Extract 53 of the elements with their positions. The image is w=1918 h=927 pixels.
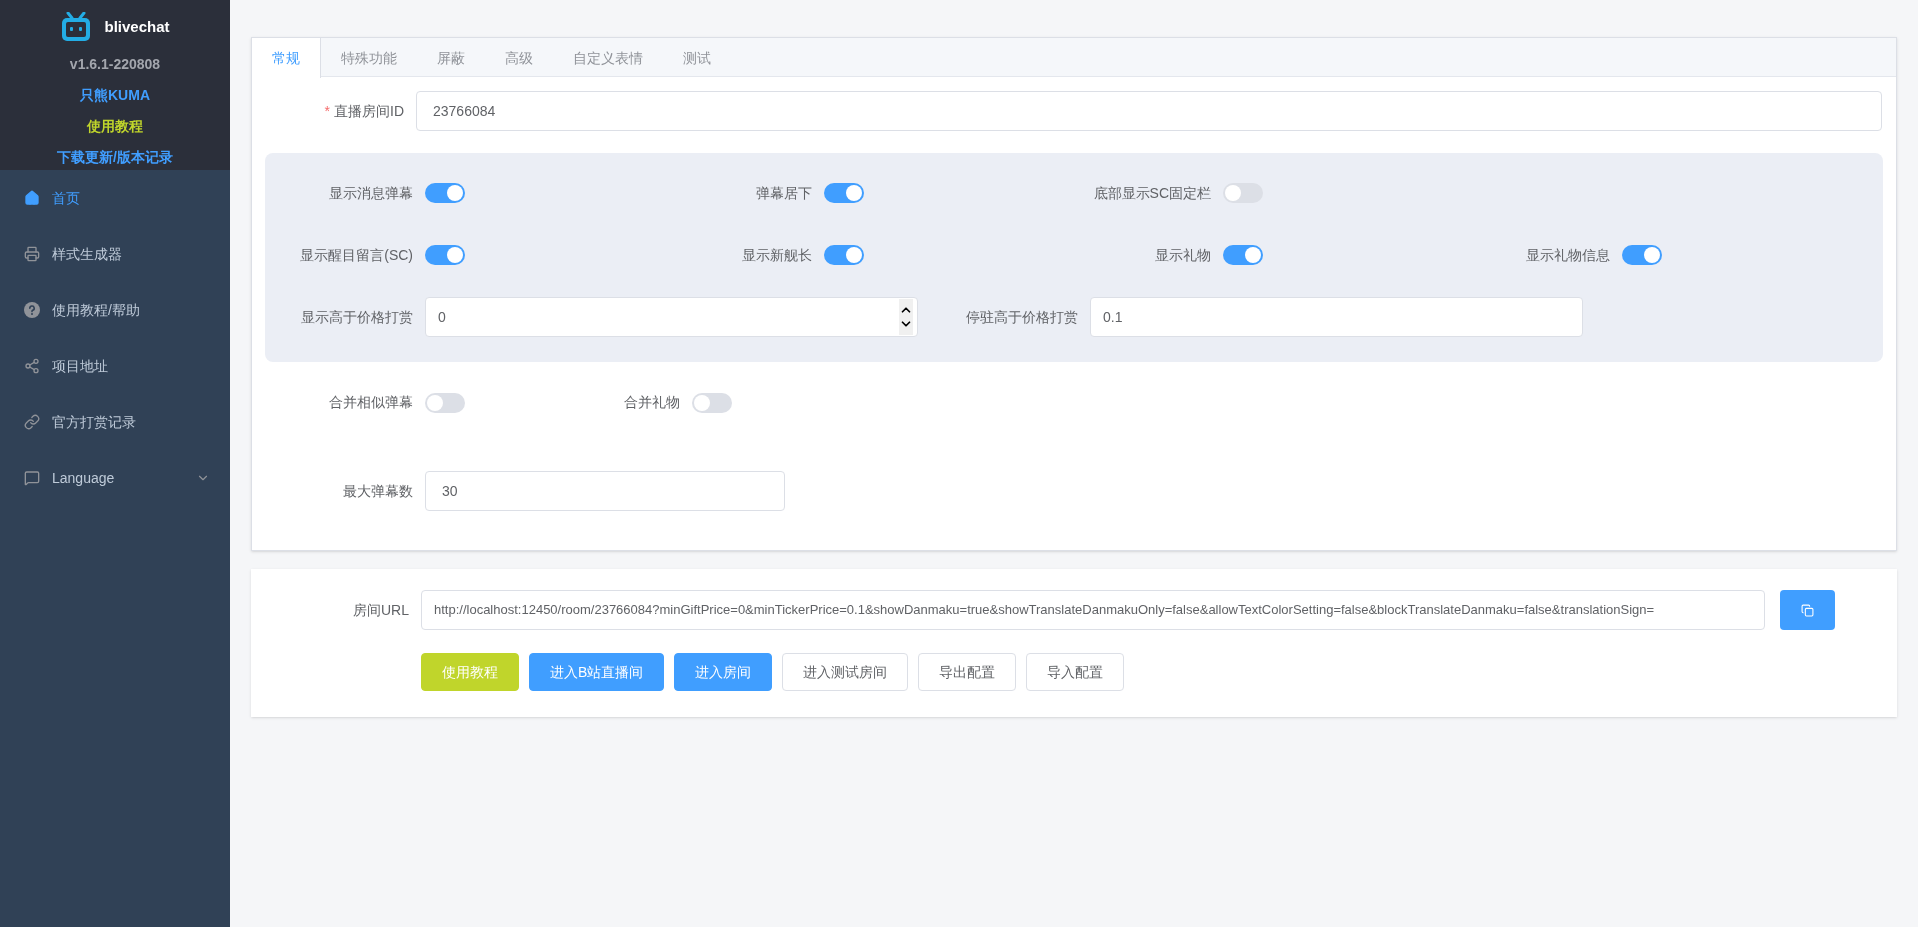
sidebar-link[interactable]: 只熊KUMA: [80, 85, 150, 106]
toggle-switch[interactable]: [824, 183, 864, 203]
link-icon: [24, 414, 40, 430]
brand-name: blivechat: [104, 16, 170, 37]
toggle-switch[interactable]: [824, 245, 864, 265]
input-field[interactable]: 0.1: [1090, 297, 1583, 337]
toggle-switch[interactable]: [425, 392, 465, 413]
toggle-switch[interactable]: [692, 392, 732, 413]
action-button[interactable]: 导入配置: [1026, 653, 1125, 691]
printer-icon: [24, 246, 40, 262]
field-label: 合并礼物: [623, 393, 681, 412]
url-field[interactable]: http://localhost:12450/room/23766084?minGiftPrice=0&minTickerPrice=0.1&showDanmaku=true&showTranslateDanmakuOnly=false&allowTextColorSetting=false&blockTranslateDanmaku=false&translationSign=: [421, 590, 1765, 630]
menu-item[interactable]: 使用教程/帮助: [0, 282, 230, 338]
message-icon: [24, 470, 40, 486]
field-label: 底部显示SC固定栏: [1092, 183, 1212, 203]
sidebar-link[interactable]: 使用教程: [87, 116, 143, 137]
field-label: 显示高于价格打赏: [300, 307, 414, 327]
number-field[interactable]: 0: [425, 297, 918, 337]
menu-item[interactable]: 样式生成器: [0, 226, 230, 282]
version-text: v1.6.1-220808: [69, 55, 161, 74]
required-asterisk: *: [324, 101, 330, 121]
field-label: 直播房间ID: [334, 101, 404, 121]
sidebar-link[interactable]: 下载更新/版本记录: [57, 147, 173, 168]
field-label: 显示消息弹幕: [328, 183, 414, 203]
toggle-switch[interactable]: [1622, 245, 1662, 265]
toggle-switch[interactable]: [1223, 183, 1263, 203]
field-label: 合并相似弹幕: [328, 393, 414, 412]
action-button[interactable]: 进入测试房间: [782, 653, 909, 691]
input-field[interactable]: 30: [425, 471, 785, 511]
home-icon: [24, 190, 40, 206]
spinner-icon[interactable]: [899, 299, 913, 335]
field-label: 停驻高于价格打赏: [965, 307, 1079, 327]
toggle-switch[interactable]: [425, 183, 465, 203]
field-label: 弹幕居下: [755, 183, 813, 203]
field-label: 显示礼物: [1154, 245, 1212, 265]
tv-logo-icon: [60, 12, 93, 42]
menu-item[interactable]: Language: [0, 450, 230, 506]
input-field[interactable]: 23766084: [416, 91, 1882, 131]
copy-button[interactable]: [1780, 590, 1835, 630]
share-icon: [24, 358, 40, 374]
field-label: 显示醒目留言(SC): [299, 245, 414, 265]
copy-icon: [1801, 603, 1814, 617]
field-label: 显示礼物信息: [1525, 245, 1611, 265]
help-icon: [24, 302, 40, 318]
toggle-switch[interactable]: [425, 245, 465, 265]
menu-item[interactable]: 首页: [0, 170, 230, 226]
field-label: 最大弹幕数: [342, 481, 414, 501]
action-button[interactable]: 导出配置: [918, 653, 1017, 691]
menu-item[interactable]: 项目地址: [0, 338, 230, 394]
menu-item[interactable]: 官方打赏记录: [0, 394, 230, 450]
field-label: 房间URL: [352, 600, 410, 620]
toggle-switch[interactable]: [1223, 245, 1263, 265]
field-label: 显示新舰长: [741, 245, 813, 265]
